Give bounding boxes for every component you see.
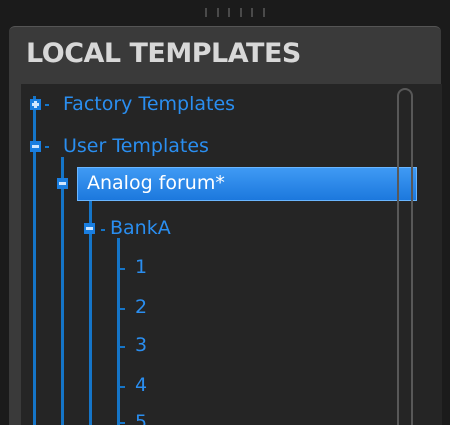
tree-connector xyxy=(117,308,125,310)
tree-item-entry[interactable]: 3 xyxy=(135,334,147,356)
tree-item-user-templates[interactable]: User Templates xyxy=(63,135,209,157)
tree-item-label: Analog forum* xyxy=(87,172,225,194)
expand-plus-icon[interactable] xyxy=(30,99,41,110)
tree-item-entry[interactable]: 4 xyxy=(135,374,147,396)
tree-connector xyxy=(45,104,49,106)
tree-connector xyxy=(117,346,125,348)
tree-connector xyxy=(117,422,125,424)
tree-item-bank-a[interactable]: BankA xyxy=(110,217,171,239)
tree-line-user xyxy=(61,157,64,425)
panel-title: LOCAL TEMPLATES xyxy=(26,38,301,69)
tree-item-analog-forum[interactable]: Analog forum* xyxy=(77,167,417,201)
tree-connector xyxy=(117,386,125,388)
tree-scrollbar[interactable] xyxy=(397,88,413,425)
tree-item-entry[interactable]: 5 xyxy=(135,411,147,425)
tree-item-entry[interactable]: 1 xyxy=(135,256,147,278)
tree-line-bank xyxy=(117,238,120,425)
local-templates-window: LOCAL TEMPLATES Factory Templates User T… xyxy=(0,0,450,425)
collapse-minus-icon[interactable] xyxy=(30,141,41,152)
tree-connector xyxy=(117,268,125,270)
collapse-minus-icon[interactable] xyxy=(57,178,68,189)
tree-connector xyxy=(101,229,105,231)
collapse-minus-icon[interactable] xyxy=(84,223,95,234)
tree-item-entry[interactable]: 2 xyxy=(135,296,147,318)
tree-connector xyxy=(45,146,49,148)
drag-handle-icon[interactable] xyxy=(205,5,265,19)
tree-item-factory-templates[interactable]: Factory Templates xyxy=(63,93,235,115)
